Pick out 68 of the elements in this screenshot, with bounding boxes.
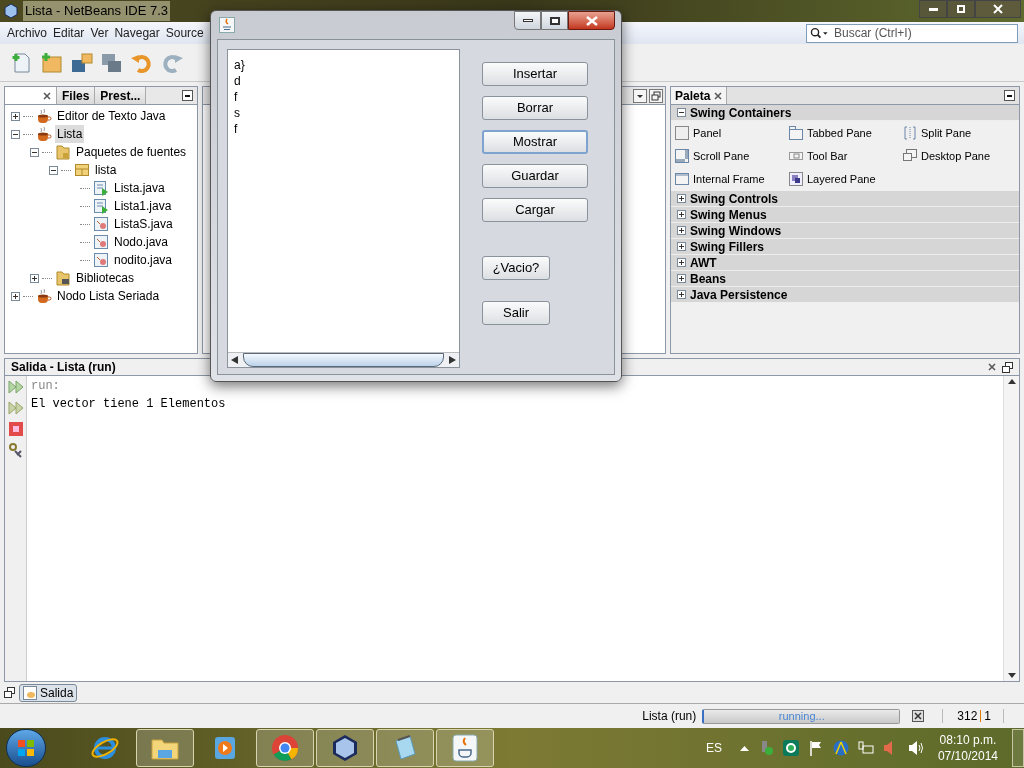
dialog-button[interactable]: Cargar (482, 198, 588, 222)
list-line: d (234, 73, 242, 89)
clock[interactable]: 08:10 p.m. 07/10/2014 (937, 732, 998, 764)
dialog-button[interactable]: ¿Vacio? (482, 256, 550, 280)
tree-item[interactable]: Bibliotecas (74, 269, 137, 287)
palette-item[interactable]: Panel (674, 125, 788, 141)
panel-tab[interactable]: Files (57, 87, 96, 104)
palette-category[interactable]: Swing Controls (671, 191, 1019, 207)
dialog-button[interactable]: Mostrar (482, 130, 588, 154)
menu-item[interactable]: Navegar (111, 24, 163, 42)
list-line: f (234, 121, 239, 137)
menu-item[interactable]: Archivo (4, 24, 50, 42)
menu-item[interactable]: Source (162, 24, 207, 42)
panel-tab[interactable]: Paleta (671, 87, 728, 104)
palette-item[interactable]: Internal Frame (674, 171, 788, 187)
palette-category[interactable]: Swing Fillers (671, 239, 1019, 255)
line-number: 312 (957, 708, 978, 725)
dialog-button[interactable]: Borrar (482, 96, 588, 120)
panel-tab[interactable]: Prest... (95, 87, 147, 104)
palette-item[interactable]: Desktop Pane (902, 148, 1016, 164)
tree-item[interactable]: nodito.java (112, 251, 175, 269)
palette-category[interactable]: Swing Windows (671, 223, 1019, 239)
palette-category[interactable]: Java Persistence (671, 287, 1019, 303)
tree-item[interactable]: lista (93, 161, 119, 179)
category-label: Swing Containers (690, 104, 792, 122)
clock-date: 07/10/2014 (937, 748, 998, 764)
list-line: s (234, 105, 241, 121)
palette-category[interactable]: AWT (671, 255, 1019, 271)
minimized-tab[interactable]: Salida (19, 683, 78, 702)
category-label: Beans (690, 270, 727, 288)
palette-item[interactable]: Split Pane (902, 125, 1016, 141)
palette-item[interactable]: Tabbed Pane (788, 125, 902, 141)
palette-category[interactable]: Swing Containers (671, 105, 1019, 121)
palette-item[interactable]: Layered Pane (788, 171, 902, 187)
category-label: Swing Fillers (690, 238, 764, 256)
output-line: run: (31, 378, 61, 395)
output-line: El vector tiene 1 Elementos (31, 396, 227, 413)
list-line: a} (234, 57, 246, 73)
panel-title: Salida - Lista (run) (11, 359, 116, 376)
menu-item[interactable]: Ver (87, 24, 112, 42)
status-task: Lista (run) (642, 708, 697, 725)
category-label: Swing Menus (690, 206, 767, 224)
menu-item[interactable]: Editar (50, 24, 88, 42)
category-label: AWT (690, 254, 717, 272)
palette-item[interactable]: Tool Bar (788, 148, 902, 164)
palette-category[interactable]: Beans (671, 271, 1019, 287)
category-label: Swing Windows (690, 222, 782, 240)
category-label: Swing Controls (690, 190, 778, 208)
language-indicator[interactable]: ES (705, 739, 722, 757)
list-line: f (234, 89, 239, 105)
column-number: 1 (984, 708, 991, 725)
tree-item[interactable]: Editor de Texto Java (55, 107, 168, 125)
dialog-button[interactable]: Guardar (482, 164, 588, 188)
window-title: Lista - NetBeans IDE 7.3 (23, 1, 171, 21)
tree-item[interactable]: ListaS.java (112, 215, 175, 233)
dialog-button[interactable]: Insertar (482, 62, 588, 86)
palette-item[interactable]: Scroll Pane (674, 148, 788, 164)
tree-item[interactable]: Lista.java (112, 179, 167, 197)
tree-item[interactable]: Lista1.java (112, 197, 174, 215)
clock-time: 08:10 p.m. (939, 732, 997, 748)
category-label: Java Persistence (690, 286, 788, 304)
tree-item[interactable]: Paquetes de fuentes (74, 143, 189, 161)
tree-item[interactable]: Nodo Lista Seriada (55, 287, 162, 305)
dialog-button[interactable]: Salir (482, 301, 550, 325)
progress-text: running... (777, 709, 826, 723)
palette-category[interactable]: Swing Menus (671, 207, 1019, 223)
tree-item[interactable]: Nodo.java (112, 233, 171, 251)
tree-item[interactable]: Lista (55, 125, 85, 143)
